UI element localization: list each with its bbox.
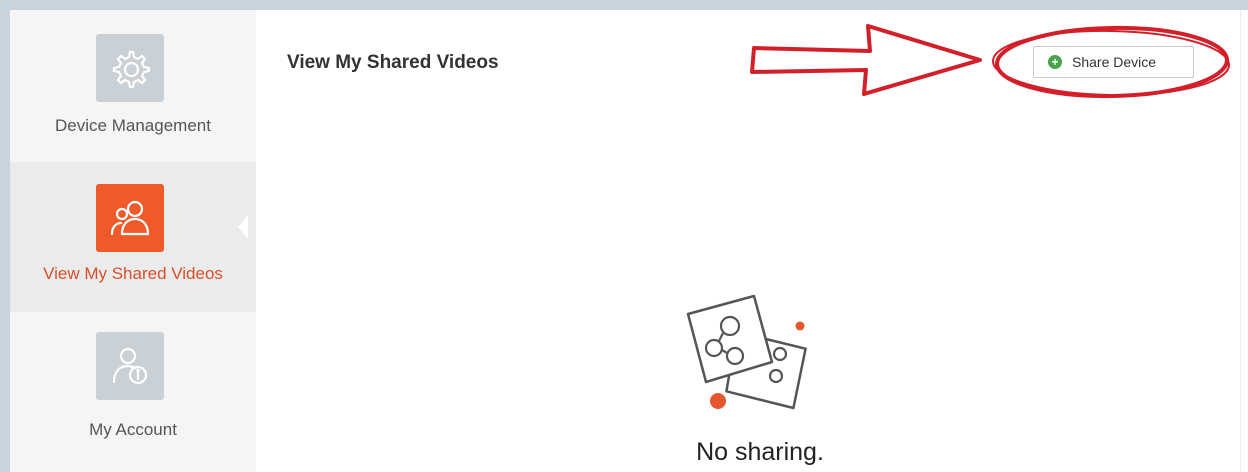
- window-frame-top: [0, 0, 1248, 10]
- sidebar: Device Management View My Shared Videos: [10, 10, 256, 472]
- no-sharing-icon: [686, 294, 807, 410]
- account-info-icon: [96, 332, 164, 400]
- active-indicator: [238, 215, 248, 239]
- sidebar-item-shared-videos[interactable]: View My Shared Videos: [10, 162, 256, 312]
- right-divider: [1240, 10, 1241, 472]
- sidebar-item-label: View My Shared Videos: [43, 264, 223, 283]
- sidebar-item-label: Device Management: [55, 116, 211, 135]
- sidebar-item-label: My Account: [89, 420, 177, 439]
- add-icon: +: [1048, 55, 1062, 69]
- share-device-label: Share Device: [1072, 54, 1157, 70]
- annotation-arrow: [750, 24, 982, 96]
- page-title: View My Shared Videos: [287, 52, 499, 73]
- empty-state-message: No sharing.: [696, 438, 824, 466]
- window-frame-left: [0, 0, 10, 472]
- users-icon: [96, 184, 164, 252]
- share-device-button[interactable]: + Share Device: [1033, 46, 1194, 78]
- sidebar-item-device-management[interactable]: Device Management: [10, 10, 256, 160]
- sidebar-item-my-account[interactable]: My Account: [10, 314, 256, 464]
- gear-icon: [96, 34, 164, 102]
